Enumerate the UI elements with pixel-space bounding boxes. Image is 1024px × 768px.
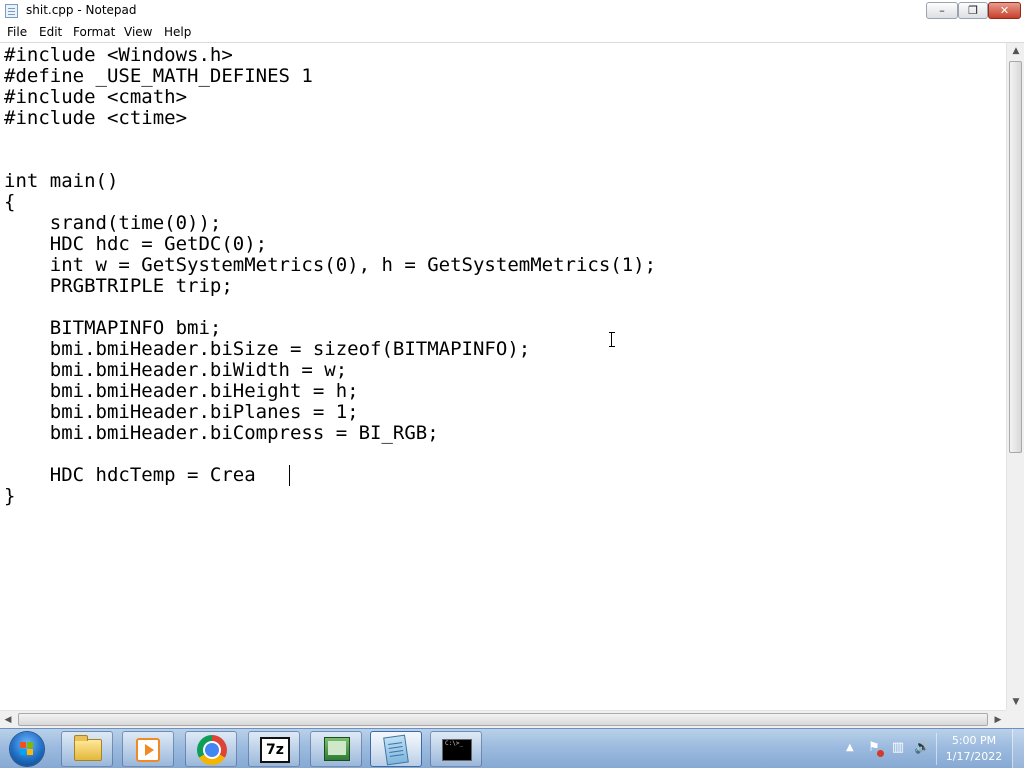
windows-logo-icon [10, 732, 44, 766]
show-hidden-icons-chevron-icon[interactable]: ▲ [846, 742, 854, 753]
cmd-icon: C:\>_ [442, 739, 472, 761]
code-line: srand(time(0)); [4, 212, 222, 234]
scroll-right-arrow-icon[interactable]: ▶ [990, 712, 1006, 728]
horizontal-scrollbar[interactable]: ◀ ▶ [0, 710, 1006, 728]
size-grip[interactable] [1006, 710, 1024, 728]
code-line: #define _USE_MATH_DEFINES 1 [4, 65, 313, 87]
scroll-up-arrow-icon[interactable]: ▲ [1008, 43, 1024, 59]
chrome-icon [197, 735, 227, 765]
code-line: bmi.bmiHeader.biPlanes = 1; [4, 401, 359, 423]
network-tray-icon[interactable]: ▥ [890, 740, 906, 756]
clock[interactable]: 5:00 PM 1/17/2022 [940, 733, 1008, 765]
text-caret [289, 465, 290, 486]
horizontal-scroll-thumb[interactable] [18, 713, 988, 726]
code-line: #include <ctime> [4, 107, 188, 129]
show-desktop-button[interactable] [1012, 729, 1024, 768]
close-button[interactable]: ✕ [988, 2, 1021, 19]
taskbar-media-player-button[interactable] [122, 731, 174, 767]
ibeam-cursor-icon [609, 332, 618, 347]
code-line: int main() [4, 170, 119, 192]
menu-format[interactable]: Format [73, 25, 115, 39]
maximize-button[interactable]: ❐ [958, 2, 988, 19]
start-button[interactable] [3, 730, 51, 768]
taskbar-network-button[interactable] [310, 731, 362, 767]
menu-file[interactable]: File [7, 25, 27, 39]
code-line: bmi.bmiHeader.biWidth = w; [4, 359, 348, 381]
text-editor[interactable]: #include <Windows.h> #define _USE_MATH_D… [0, 43, 1006, 710]
code-line: { [4, 191, 16, 213]
clock-date: 1/17/2022 [945, 750, 1003, 763]
clock-time: 5:00 PM [951, 734, 997, 747]
window-title: shit.cpp - Notepad [26, 3, 137, 17]
network-icon [324, 737, 350, 761]
code-line: #include <cmath> [4, 86, 188, 108]
7zip-icon: 7z [260, 737, 290, 763]
menu-view[interactable]: View [124, 25, 152, 39]
taskbar-notepad-button[interactable] [370, 731, 422, 767]
scroll-left-arrow-icon[interactable]: ◀ [0, 712, 16, 728]
code-line: HDC hdc = GetDC(0); [4, 233, 268, 255]
code-line: #include <Windows.h> [4, 44, 233, 66]
volume-icon[interactable]: 🔊 [914, 740, 930, 756]
minimize-button[interactable]: – [926, 2, 958, 19]
taskbar-7zip-button[interactable]: 7z [248, 731, 300, 767]
taskbar-chrome-button[interactable] [185, 731, 237, 767]
code-line: bmi.bmiHeader.biHeight = h; [4, 380, 359, 402]
code-line: HDC hdcTemp = Crea [4, 464, 256, 486]
code-line: bmi.bmiHeader.biCompress = BI_RGB; [4, 422, 439, 444]
taskbar-explorer-button[interactable] [61, 731, 113, 767]
code-line: int w = GetSystemMetrics(0), h = GetSyst… [4, 254, 657, 276]
vertical-scroll-thumb[interactable] [1009, 61, 1022, 453]
notepad-icon [383, 734, 409, 766]
notepad-app-icon[interactable] [5, 4, 18, 18]
vertical-scrollbar[interactable]: ▲ ▼ [1006, 43, 1024, 710]
media-player-icon [136, 738, 160, 762]
folder-icon [74, 735, 102, 761]
code-line: BITMAPINFO bmi; [4, 317, 222, 339]
action-center-flag-icon[interactable]: ⚑ [866, 740, 884, 757]
taskbar: 7z C:\>_ ▲ ⚑ ▥ 🔊 5:00 PM 1/17/2022 [0, 728, 1024, 768]
scroll-down-arrow-icon[interactable]: ▼ [1008, 694, 1024, 710]
menu-bar: File Edit Format View Help [0, 22, 1024, 43]
tray-separator [936, 733, 937, 765]
code-line: bmi.bmiHeader.biSize = sizeof(BITMAPINFO… [4, 338, 531, 360]
code-line: } [4, 485, 16, 507]
menu-help[interactable]: Help [164, 25, 191, 39]
taskbar-cmd-button[interactable]: C:\>_ [430, 731, 482, 767]
title-bar: shit.cpp - Notepad – ❐ ✕ [0, 0, 1024, 23]
code-line: PRGBTRIPLE trip; [4, 275, 233, 297]
menu-edit[interactable]: Edit [39, 25, 62, 39]
